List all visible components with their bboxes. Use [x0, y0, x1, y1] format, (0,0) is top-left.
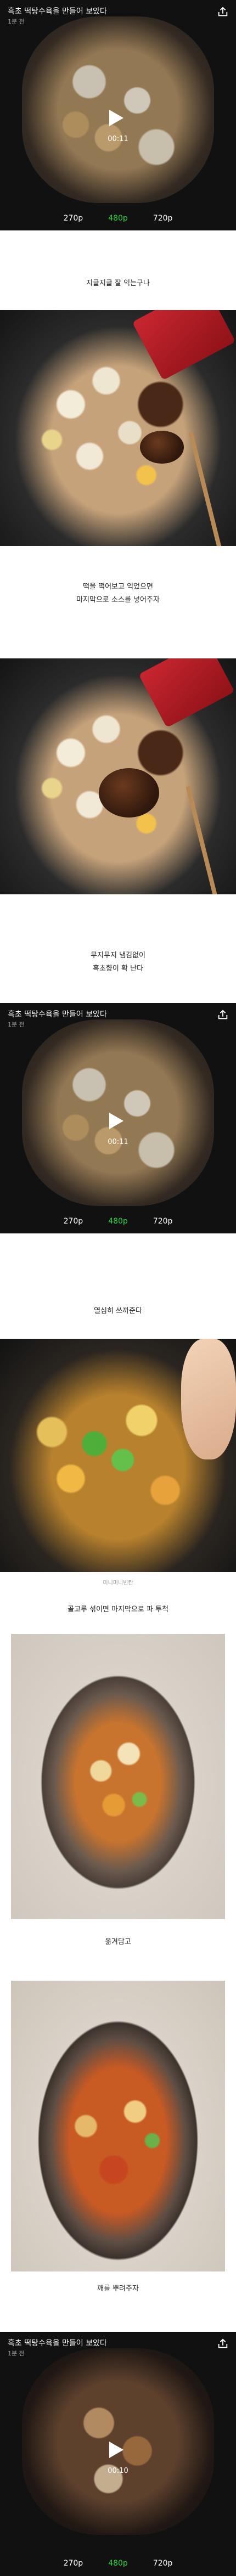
caption-text: 깨를 뿌려주자 [97, 2285, 139, 2293]
video-title: 흑초 떡탕수육을 만들어 보았다 [8, 1010, 107, 1019]
photo-sesame [11, 1981, 225, 2271]
video-duration: 00:10 [108, 2467, 128, 2475]
share-icon[interactable] [215, 2336, 231, 2352]
caption-text: 골고루 섞이면 마지막으로 파 투척 [68, 1605, 168, 1614]
sauce-bottle-image [132, 310, 236, 381]
sauce-image [99, 768, 159, 818]
sauce-image [140, 431, 184, 464]
caption: 깨를 뿌려주자 [0, 2282, 236, 2296]
photo-sauce [0, 658, 236, 894]
quality-option-active[interactable]: 480p [108, 1217, 128, 1226]
caption-text: 떡을 떡어보고 익었으면 [83, 583, 153, 591]
play-icon[interactable] [109, 1113, 123, 1129]
quality-option[interactable]: 720p [153, 214, 173, 223]
sauce-bottle-image [138, 658, 235, 728]
quality-option[interactable]: 270p [64, 1217, 83, 1226]
photo-caption-text: 미니미니빈칸 [103, 1580, 133, 1586]
caption-text: 옮겨담고 [105, 1938, 131, 1946]
photo-mixing [0, 1339, 236, 1572]
chopsticks-image [188, 432, 222, 546]
video-subtitle: 1분 전 [8, 2350, 25, 2357]
photo-bowl [11, 1634, 225, 1919]
quality-option-active[interactable]: 480p [108, 2559, 128, 2568]
video-player-3[interactable]: 흑초 떡탕수육을 만들어 보았다 1분 전 00:10 270p 480p 72… [0, 2332, 236, 2576]
video-duration: 00:11 [108, 1138, 128, 1146]
caption-text: 무지무지 냄김없이 [91, 951, 145, 960]
photo-caption: 미니미니빈칸 [0, 1578, 236, 1586]
quality-option[interactable]: 720p [153, 2559, 173, 2568]
hand-image [181, 1339, 236, 1459]
caption-text: 열심히 쓰까준다 [94, 1307, 142, 1315]
video-title: 흑초 떡탕수육을 만들어 보았다 [8, 2339, 107, 2348]
caption: 옮겨담고 [0, 1936, 236, 1949]
quality-option-active[interactable]: 480p [108, 214, 128, 223]
chopsticks-image [186, 786, 220, 894]
quality-selector: 270p 480p 720p [0, 2559, 236, 2568]
quality-option[interactable]: 270p [64, 214, 83, 223]
quality-option[interactable]: 720p [153, 1217, 173, 1226]
caption: 골고루 섞이면 마지막으로 파 투척 [0, 1603, 236, 1616]
video-player-2[interactable]: 흑초 떡탕수육을 만들어 보았다 1분 전 00:11 270p 480p 72… [0, 1003, 236, 1233]
photo-frying [0, 310, 236, 546]
caption-text: 흑초향이 확 난다 [93, 965, 143, 973]
caption-text: 마지막으로 소스를 넣어주자 [76, 596, 160, 604]
video-subtitle: 1분 전 [8, 1021, 25, 1028]
caption-text: 지글지글 잘 익는구나 [86, 279, 150, 288]
play-icon[interactable] [109, 110, 123, 126]
caption: 열심히 쓰까준다 [0, 1305, 236, 1318]
video-subtitle: 1분 전 [8, 18, 25, 25]
caption: 떡을 떡어보고 익었으면 마지막으로 소스를 넣어주자 [0, 580, 236, 607]
play-icon[interactable] [109, 2442, 123, 2458]
video-player-1[interactable]: 흑초 떡탕수육을 만들어 보았다 1분 전 00:11 270p 480p 72… [0, 0, 236, 230]
caption: 무지무지 냄김없이 흑초향이 확 난다 [0, 949, 236, 976]
video-duration: 00:11 [108, 135, 128, 143]
share-icon[interactable] [215, 4, 231, 20]
video-title: 흑초 떡탕수육을 만들어 보았다 [8, 7, 107, 16]
share-icon[interactable] [215, 1007, 231, 1023]
quality-selector: 270p 480p 720p [0, 1217, 236, 1226]
caption: 지글지글 잘 익는구나 [0, 277, 236, 290]
quality-selector: 270p 480p 720p [0, 214, 236, 223]
quality-option[interactable]: 270p [64, 2559, 83, 2568]
